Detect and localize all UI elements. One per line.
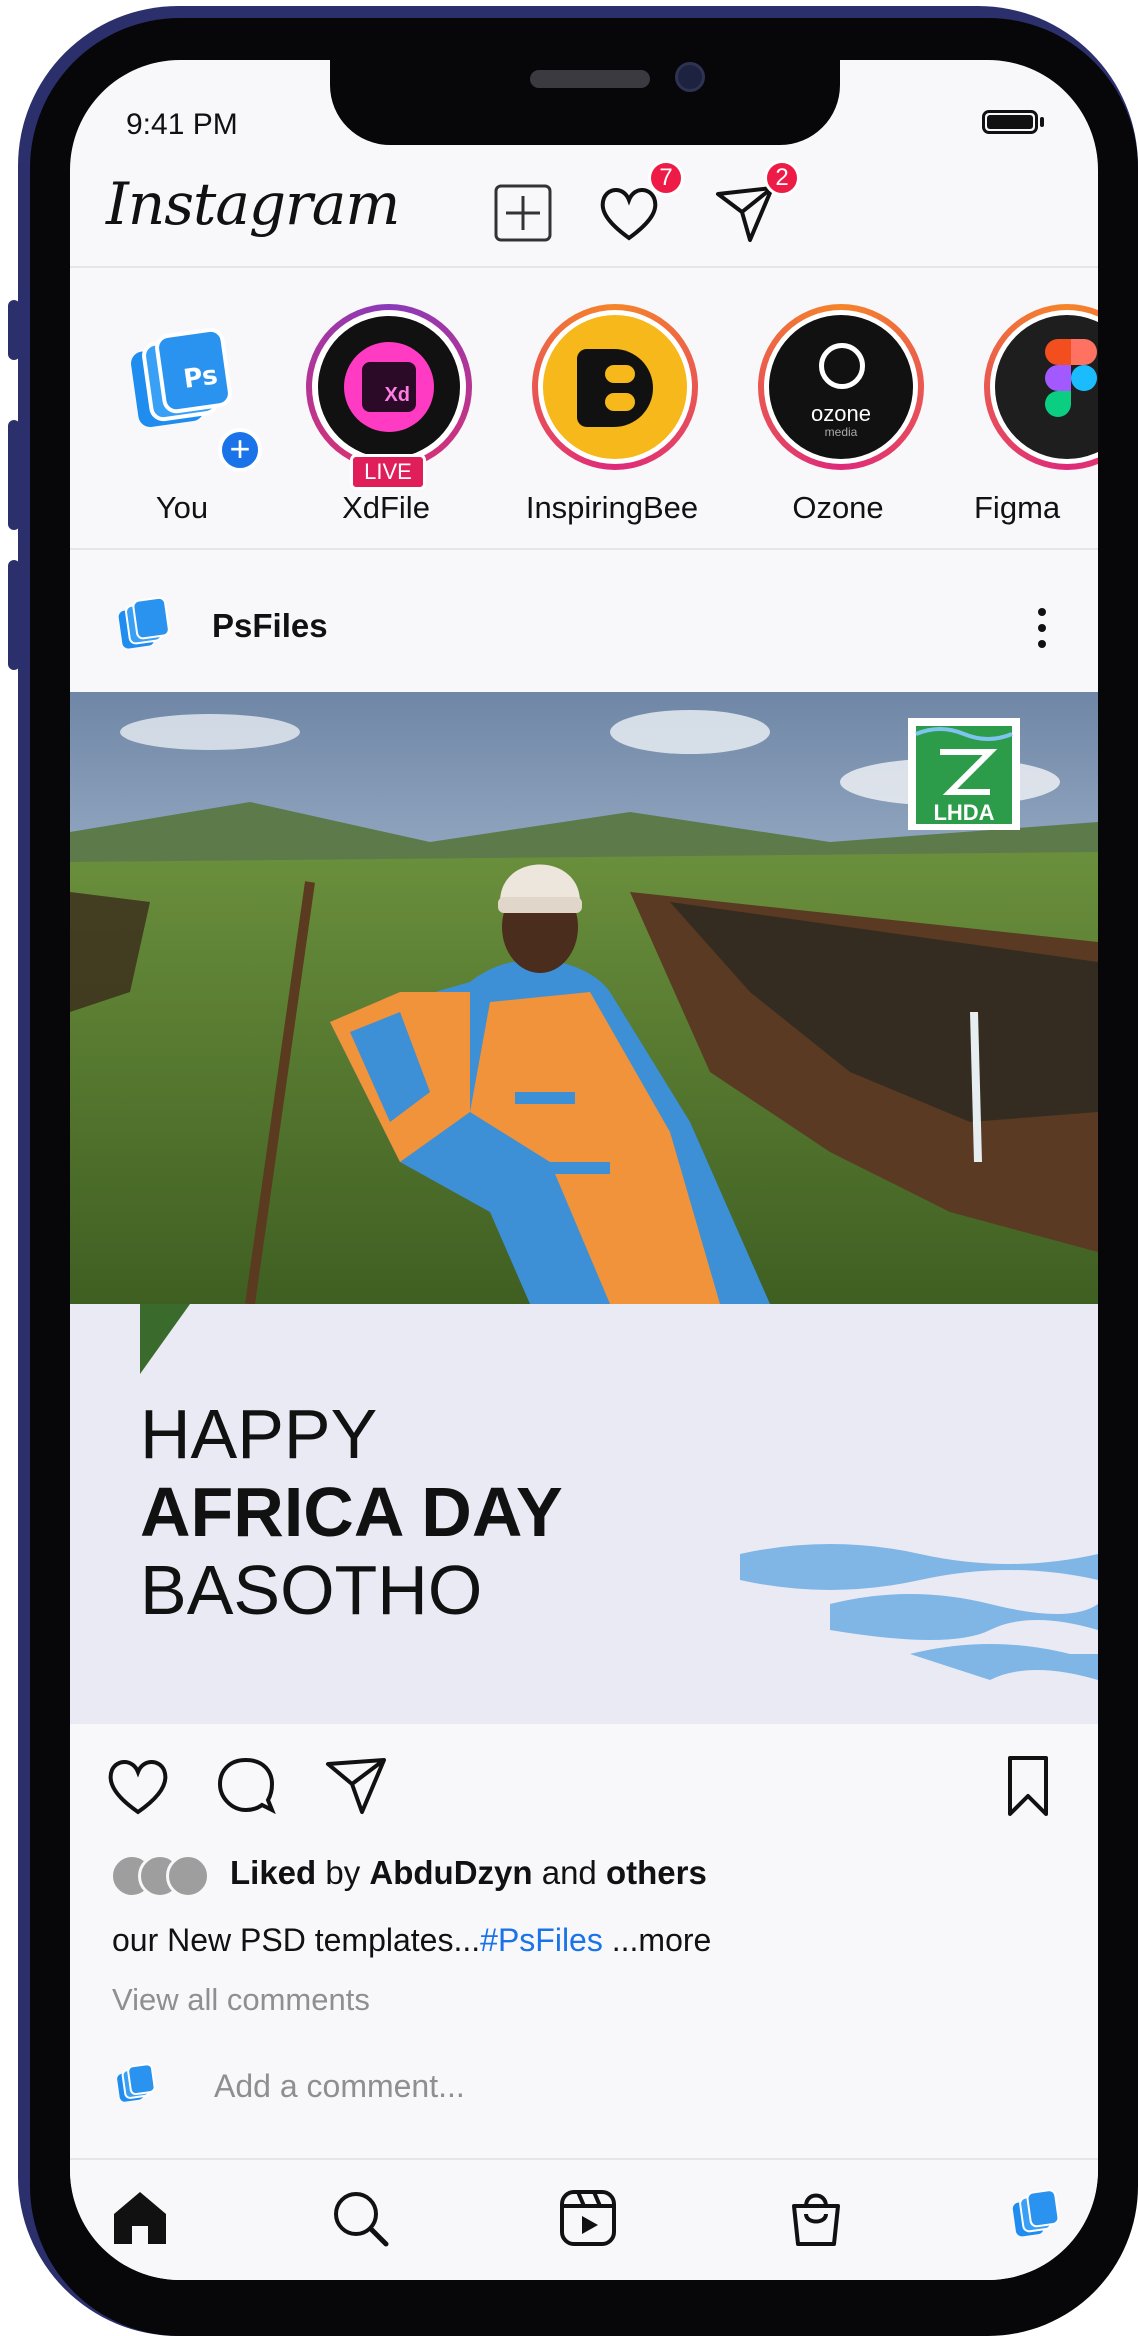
notch <box>330 60 840 145</box>
tab-home[interactable] <box>106 2184 174 2257</box>
more-vertical-icon <box>1038 608 1046 648</box>
liked-and-word: and <box>532 1854 606 1891</box>
new-post-button[interactable] <box>488 178 558 248</box>
plus-square-icon <box>494 184 552 242</box>
psfiles-logo-icon <box>117 2063 156 2102</box>
heart-icon <box>108 1760 168 1815</box>
liked-by-word: by <box>316 1854 370 1891</box>
caption-more-link[interactable]: ...more <box>603 1922 712 1958</box>
story-ring <box>532 304 698 470</box>
figma-avatar <box>995 315 1098 459</box>
tab-profile[interactable] <box>1006 2184 1070 2253</box>
tab-reels[interactable] <box>554 2184 622 2257</box>
header-divider <box>70 266 1098 268</box>
home-icon <box>114 2192 166 2244</box>
phone-volume-up <box>8 420 20 530</box>
shopping-bag-icon <box>792 2193 840 2246</box>
bottom-tab-bar <box>70 2160 1098 2280</box>
post-caption-card: HAPPY AFRICA DAY BASOTHO <box>70 1304 1098 1724</box>
phone-mute-switch <box>8 300 20 360</box>
caption-text: our New PSD templates... <box>112 1922 481 1958</box>
story-label: InspiringBee <box>525 490 699 525</box>
instagram-logo[interactable]: Instagram <box>106 170 400 238</box>
view-all-comments-link[interactable]: View all comments <box>112 1982 370 2018</box>
activity-badge: 7 <box>648 160 684 196</box>
reels-icon <box>560 2190 616 2246</box>
ozone-logo-text: ozone <box>811 401 871 426</box>
xdfile-avatar: Xd <box>318 316 460 458</box>
post-photo-illustration: LHDA <box>70 692 1098 1304</box>
app-screen: 9:41 PM Instagram 7 2 Ps + You Xd LIVE X… <box>70 60 1098 2280</box>
bookmark-icon <box>1008 1756 1048 1816</box>
liked-others[interactable]: others <box>606 1854 707 1891</box>
phone-volume-down <box>8 560 20 670</box>
story-label: Figma <box>974 490 1061 525</box>
comment-bubble-icon <box>217 1757 276 1815</box>
like-button[interactable] <box>102 1750 174 1827</box>
inspiringbee-avatar <box>543 315 687 459</box>
add-story-icon[interactable]: + <box>218 428 262 472</box>
story-label: Ozone <box>792 490 884 525</box>
post-avatar[interactable] <box>110 592 180 662</box>
tab-shop[interactable] <box>782 2184 850 2257</box>
comment-avatar <box>110 2060 164 2114</box>
story-ring: Xd <box>306 304 472 470</box>
stories-divider <box>70 548 1098 550</box>
lhda-logo-text: LHDA <box>933 800 994 825</box>
story-label: XdFile <box>342 490 430 525</box>
story-ring: ozone media <box>758 304 924 470</box>
psfiles-logo-icon <box>118 596 170 649</box>
svg-text:Ps: Ps <box>182 360 220 394</box>
caption-hashtag[interactable]: #PsFiles <box>480 1922 603 1958</box>
search-icon <box>334 2192 389 2247</box>
liked-by-text[interactable]: Liked by AbduDzyn and others <box>230 1854 707 1892</box>
save-button[interactable] <box>1000 1750 1056 1827</box>
tab-search[interactable] <box>326 2184 394 2257</box>
ozone-logo-sub: media <box>824 425 858 439</box>
post-image[interactable]: LHDA <box>70 692 1098 1304</box>
story-label: You <box>155 490 209 525</box>
card-line-basotho: BASOTHO <box>140 1551 483 1629</box>
card-line-africa-day: AFRICA DAY <box>140 1473 563 1551</box>
post-more-button[interactable] <box>1032 600 1052 656</box>
battery-icon <box>982 110 1038 134</box>
post-username[interactable]: PsFiles <box>212 607 328 645</box>
messages-badge: 2 <box>764 160 800 196</box>
live-badge: LIVE <box>350 454 426 490</box>
paper-plane-icon <box>326 1758 386 1814</box>
psfiles-logo-icon <box>1012 2189 1060 2237</box>
liked-label: Liked <box>230 1854 317 1891</box>
post-caption: our New PSD templates...#PsFiles ...more <box>112 1922 711 1959</box>
status-time: 9:41 PM <box>126 108 238 141</box>
comment-button[interactable] <box>210 1750 282 1827</box>
liked-avatars <box>110 1854 220 1898</box>
share-button[interactable] <box>320 1750 392 1827</box>
story-ring <box>984 304 1098 470</box>
card-line-happy: HAPPY <box>140 1395 378 1473</box>
liked-user[interactable]: AbduDzyn <box>369 1854 532 1891</box>
ozone-avatar: ozone media <box>769 315 913 459</box>
add-comment-input[interactable]: Add a comment... <box>214 2068 465 2105</box>
